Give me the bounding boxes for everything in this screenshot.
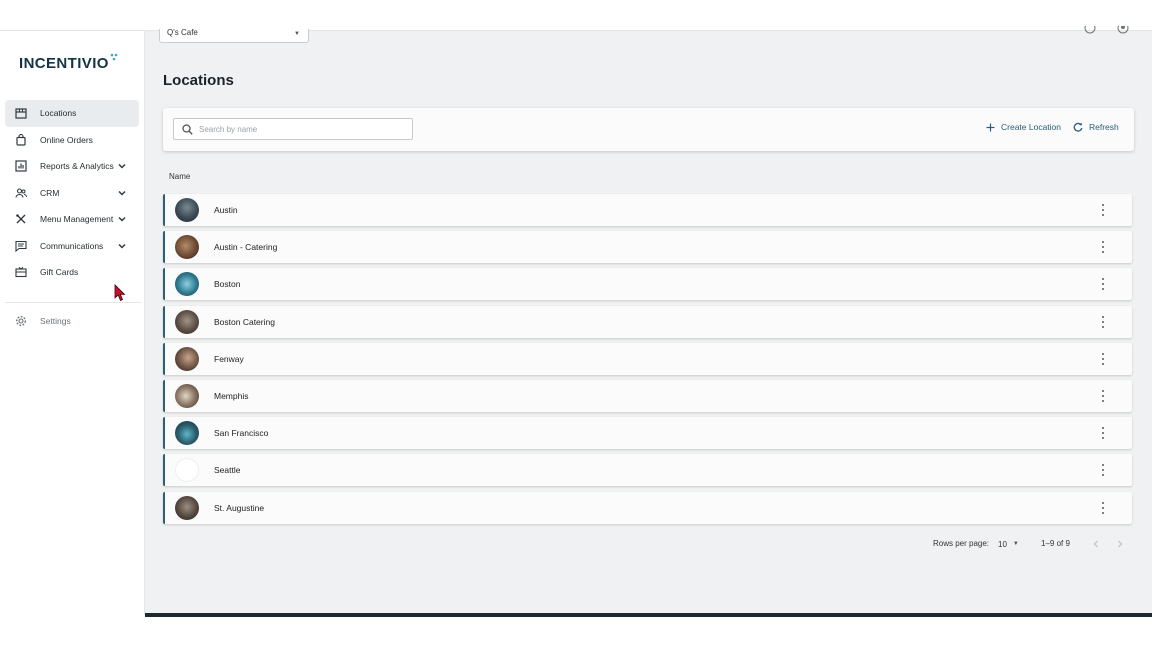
create-location-button[interactable]: Create Location xyxy=(986,122,1061,132)
location-name: St. Augustine xyxy=(214,502,265,513)
column-header-name[interactable]: Name xyxy=(169,172,190,181)
table-row[interactable]: Memphis xyxy=(163,379,1132,412)
bottom-margin xyxy=(0,617,1152,648)
sidebar-item-gift-cards[interactable]: Gift Cards xyxy=(5,259,139,286)
sidebar: INCENTIVIO Locations Online Orders Repor… xyxy=(0,31,145,615)
avatar xyxy=(175,309,199,334)
sidebar-item-label: Online Orders xyxy=(40,134,93,145)
sidebar-item-locations[interactable]: Locations xyxy=(5,100,139,127)
message-icon xyxy=(15,240,27,252)
sidebar-nav: Locations Online Orders Reports & Analyt… xyxy=(5,100,139,286)
more-vert-icon[interactable] xyxy=(1101,204,1105,216)
table-row[interactable]: San Francisco xyxy=(163,417,1132,450)
sidebar-item-label: Settings xyxy=(40,316,71,326)
location-name: Seattle xyxy=(214,465,241,476)
rows-per-page-label: Rows per page: xyxy=(933,539,990,548)
logo-mark-icon xyxy=(110,53,119,63)
table-row[interactable]: Seattle xyxy=(163,454,1132,487)
toolbar-card: Create Location Refresh xyxy=(163,108,1134,151)
more-vert-icon[interactable] xyxy=(1101,427,1105,440)
plus-icon xyxy=(986,123,995,131)
location-name: San Francisco xyxy=(214,428,269,439)
next-page-button[interactable] xyxy=(1113,537,1127,551)
location-name: Austin - Catering xyxy=(214,242,278,253)
shopping-bag-icon xyxy=(15,133,27,146)
avatar xyxy=(175,346,199,371)
sidebar-item-reports-analytics[interactable]: Reports & Analytics xyxy=(5,153,139,180)
avatar xyxy=(175,421,199,446)
table-row[interactable]: Boston Catering xyxy=(163,305,1132,338)
more-vert-icon[interactable] xyxy=(1101,352,1105,365)
table-row[interactable]: St. Augustine xyxy=(163,491,1132,524)
table-row[interactable]: Austin xyxy=(163,194,1132,226)
help-icon[interactable] xyxy=(1084,26,1096,36)
sidebar-item-label: Communications xyxy=(40,240,104,251)
sidebar-divider xyxy=(5,302,141,303)
sidebar-item-label: Menu Management xyxy=(40,214,114,225)
logo: INCENTIVIO xyxy=(19,55,109,72)
avatar xyxy=(175,495,199,520)
gift-card-icon xyxy=(15,266,27,278)
brand-select-value: Q's Cafe xyxy=(167,29,198,37)
pagination-range: 1–9 of 9 xyxy=(1041,539,1070,548)
analytics-icon xyxy=(15,160,27,172)
more-vert-icon[interactable] xyxy=(1101,278,1105,291)
sidebar-item-label: Locations xyxy=(40,108,77,119)
brand-select[interactable]: Q's Cafe ▼ xyxy=(159,29,309,43)
avatar xyxy=(175,383,199,408)
locations-list: Austin Austin - Catering Boston Boston C… xyxy=(163,194,1132,529)
avatar xyxy=(175,235,199,260)
avatar xyxy=(175,458,199,483)
rows-per-page-value: 10 xyxy=(998,539,1007,549)
location-name: Boston xyxy=(214,279,241,290)
previous-page-button[interactable] xyxy=(1089,537,1103,551)
location-name: Austin xyxy=(214,205,238,215)
sidebar-item-label: Gift Cards xyxy=(40,267,79,278)
location-name: Memphis xyxy=(214,390,249,401)
account-icon[interactable] xyxy=(1117,26,1129,36)
chevron-right-icon xyxy=(1118,540,1123,548)
chevron-down-icon[interactable] xyxy=(117,214,127,224)
sidebar-item-settings[interactable]: Settings xyxy=(15,315,71,327)
table-row[interactable]: Austin - Catering xyxy=(163,231,1132,264)
location-name: Fenway xyxy=(214,353,244,364)
caret-down-icon: ▼ xyxy=(1012,541,1019,547)
sidebar-item-menu-management[interactable]: Menu Management xyxy=(5,206,139,233)
app-frame: INCENTIVIO Locations Online Orders Repor… xyxy=(0,26,1152,615)
search-input[interactable] xyxy=(199,124,399,134)
gear-icon xyxy=(15,315,27,327)
chevron-down-icon[interactable] xyxy=(117,161,127,171)
chevron-down-icon[interactable] xyxy=(117,241,127,251)
sidebar-item-label: CRM xyxy=(40,187,60,198)
chevron-down-icon[interactable] xyxy=(117,188,127,198)
refresh-button[interactable]: Refresh xyxy=(1073,122,1119,132)
more-vert-icon[interactable] xyxy=(1101,241,1105,254)
refresh-label: Refresh xyxy=(1089,122,1119,132)
chevron-left-icon xyxy=(1093,540,1098,548)
search-icon xyxy=(182,123,193,135)
more-vert-icon[interactable] xyxy=(1101,315,1105,328)
create-location-label: Create Location xyxy=(1001,122,1062,132)
avatar xyxy=(175,272,199,297)
more-vert-icon[interactable] xyxy=(1101,389,1105,402)
refresh-icon xyxy=(1073,122,1083,132)
caret-down-icon: ▼ xyxy=(294,31,300,37)
people-icon xyxy=(15,187,27,199)
table-row[interactable]: Fenway xyxy=(163,342,1132,375)
utensils-icon xyxy=(15,213,27,225)
avatar xyxy=(175,198,199,222)
sidebar-item-communications[interactable]: Communications xyxy=(5,233,139,260)
rows-per-page-select[interactable]: 10 ▼ xyxy=(998,537,1022,551)
search-box xyxy=(173,118,413,140)
table-row[interactable]: Boston xyxy=(163,268,1132,301)
more-vert-icon[interactable] xyxy=(1101,501,1105,514)
store-icon xyxy=(15,107,27,119)
more-vert-icon[interactable] xyxy=(1101,464,1105,477)
sidebar-item-online-orders[interactable]: Online Orders xyxy=(5,127,139,154)
sidebar-item-label: Reports & Analytics xyxy=(40,161,114,172)
mouse-cursor-icon xyxy=(114,284,126,302)
sidebar-item-crm[interactable]: CRM xyxy=(5,180,139,207)
page-title: Locations xyxy=(163,72,234,89)
location-name: Boston Catering xyxy=(214,316,275,327)
